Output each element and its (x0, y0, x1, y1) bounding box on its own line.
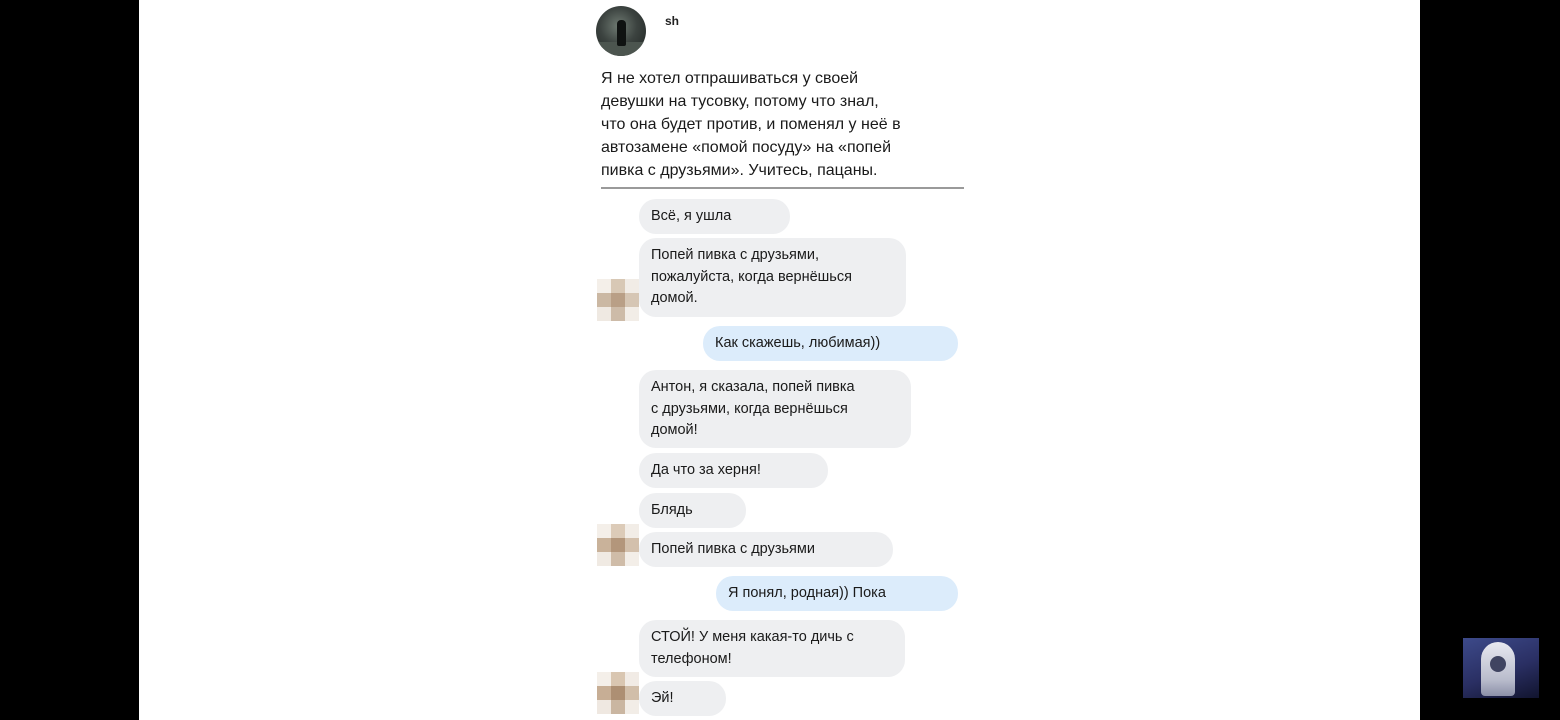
channel-watermark-thumbnail[interactable] (1463, 638, 1539, 698)
message-incoming: Блядь (639, 493, 746, 528)
message-incoming: Попей пивка с друзьями (639, 532, 893, 567)
post-username[interactable]: sh (665, 14, 679, 28)
message-incoming: Всё, я ушла (639, 199, 790, 234)
post-text: Я не хотел отпрашиваться у своей девушки… (601, 70, 901, 179)
pixelated-avatar-icon (597, 279, 639, 321)
message-incoming: Антон, я сказала, попей пивка с друзьями… (639, 370, 911, 448)
message-incoming: Эй! (639, 681, 726, 716)
thumbnail-face (1490, 656, 1506, 672)
post-author-avatar[interactable] (596, 6, 646, 56)
message-incoming: Попей пивка с друзьями, пожалуйста, когд… (639, 238, 906, 317)
post-divider (601, 187, 964, 189)
avatar-figure (617, 20, 626, 46)
pixelated-avatar-icon (597, 672, 639, 714)
pixelated-avatar-icon (597, 524, 639, 566)
message-outgoing: Как скажешь, любимая)) (703, 326, 958, 361)
message-outgoing: Я понял, родная)) Пока (716, 576, 958, 611)
message-incoming: Да что за херня! (639, 453, 828, 488)
message-incoming: СТОЙ! У меня какая-то дичь с телефоном! (639, 620, 905, 677)
